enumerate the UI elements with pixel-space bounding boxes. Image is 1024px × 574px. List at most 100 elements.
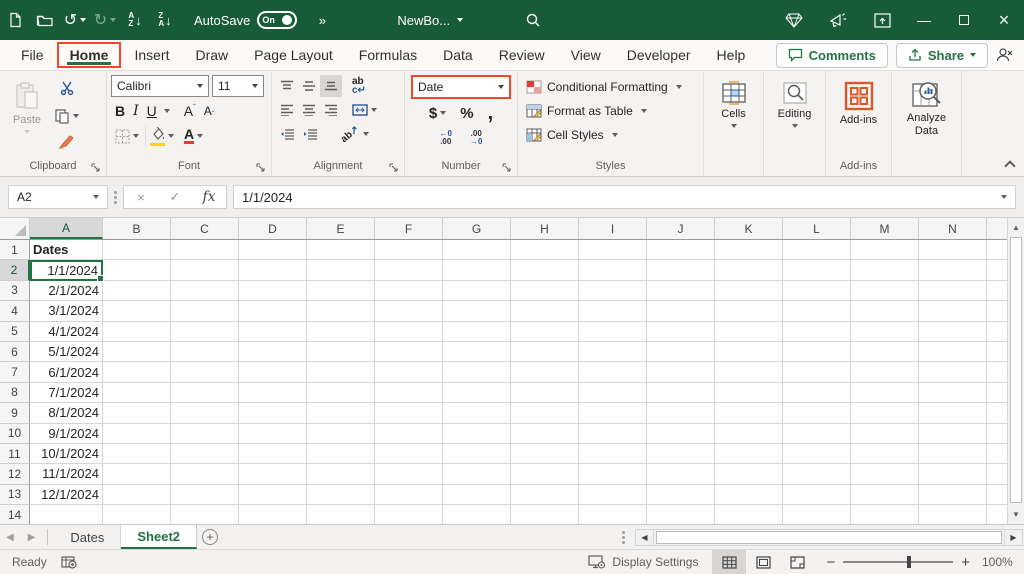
cell-N7[interactable]	[919, 362, 987, 382]
cell-J5[interactable]	[647, 322, 715, 342]
cell-M12[interactable]	[851, 464, 919, 484]
cell-F10[interactable]	[375, 424, 443, 444]
sheet-tab-sheet2[interactable]: Sheet2	[121, 525, 197, 549]
wrap-text-button[interactable]: abc↵	[348, 75, 370, 97]
cell-K8[interactable]	[715, 383, 783, 403]
row-header-5[interactable]: 5	[0, 322, 30, 342]
cell-F1[interactable]	[375, 240, 443, 260]
cell-N4[interactable]	[919, 301, 987, 321]
row-header-8[interactable]: 8	[0, 383, 30, 403]
cell-B2[interactable]	[103, 260, 171, 280]
cell-M14[interactable]	[851, 505, 919, 524]
cell-H3[interactable]	[511, 281, 579, 301]
cell-B12[interactable]	[103, 464, 171, 484]
scroll-down-arrow[interactable]: ▼	[1008, 505, 1024, 524]
tab-developer[interactable]: Developer	[614, 42, 704, 68]
cell-I13[interactable]	[579, 485, 647, 505]
cell-H5[interactable]	[511, 322, 579, 342]
increase-indent-button[interactable]	[299, 123, 322, 145]
cell-B9[interactable]	[103, 403, 171, 423]
cell-K14[interactable]	[715, 505, 783, 524]
maximize-button[interactable]	[944, 0, 984, 40]
cell-E2[interactable]	[307, 260, 375, 280]
number-dialog-launcher[interactable]	[502, 163, 511, 172]
cell-H6[interactable]	[511, 342, 579, 362]
tab-home[interactable]: Home	[57, 42, 122, 68]
cell-C6[interactable]	[171, 342, 239, 362]
cells-button[interactable]: Cells	[708, 75, 759, 176]
horizontal-scrollbar[interactable]	[654, 529, 1004, 546]
cell-K5[interactable]	[715, 322, 783, 342]
cell-J9[interactable]	[647, 403, 715, 423]
vertical-scroll-thumb[interactable]	[1010, 237, 1022, 503]
cell-F12[interactable]	[375, 464, 443, 484]
column-header-B[interactable]: B	[103, 218, 171, 239]
cell-J1[interactable]	[647, 240, 715, 260]
cell-H10[interactable]	[511, 424, 579, 444]
tab-draw[interactable]: Draw	[182, 42, 241, 68]
cell-M9[interactable]	[851, 403, 919, 423]
cell-G9[interactable]	[443, 403, 511, 423]
cell-A8[interactable]: 7/1/2024	[30, 383, 103, 403]
cell-C4[interactable]	[171, 301, 239, 321]
cell-J8[interactable]	[647, 383, 715, 403]
select-all-corner[interactable]	[0, 218, 30, 239]
cell-partial-12[interactable]	[987, 464, 1007, 484]
cell-K6[interactable]	[715, 342, 783, 362]
cell-G13[interactable]	[443, 485, 511, 505]
cell-partial-11[interactable]	[987, 444, 1007, 464]
cell-E6[interactable]	[307, 342, 375, 362]
undo-button[interactable]: ↺	[60, 6, 90, 34]
open-folder-icon[interactable]	[30, 6, 60, 34]
cell-D10[interactable]	[239, 424, 307, 444]
cell-I8[interactable]	[579, 383, 647, 403]
cell-F13[interactable]	[375, 485, 443, 505]
cell-F6[interactable]	[375, 342, 443, 362]
cell-M6[interactable]	[851, 342, 919, 362]
page-layout-view-button[interactable]	[746, 550, 780, 574]
cell-C11[interactable]	[171, 444, 239, 464]
cell-G4[interactable]	[443, 301, 511, 321]
cell-M8[interactable]	[851, 383, 919, 403]
cell-partial-3[interactable]	[987, 281, 1007, 301]
cell-C13[interactable]	[171, 485, 239, 505]
redo-button[interactable]: ↻	[90, 6, 120, 34]
cell-I10[interactable]	[579, 424, 647, 444]
cell-N10[interactable]	[919, 424, 987, 444]
column-header-G[interactable]: G	[443, 218, 511, 239]
cell-F7[interactable]	[375, 362, 443, 382]
cell-B6[interactable]	[103, 342, 171, 362]
cell-D12[interactable]	[239, 464, 307, 484]
align-top-button[interactable]	[276, 75, 298, 97]
cell-A10[interactable]: 9/1/2024	[30, 424, 103, 444]
row-header-14[interactable]: 14	[0, 505, 30, 524]
cell-partial-7[interactable]	[987, 362, 1007, 382]
cell-E11[interactable]	[307, 444, 375, 464]
cell-H14[interactable]	[511, 505, 579, 524]
cell-G10[interactable]	[443, 424, 511, 444]
column-header-I[interactable]: I	[579, 218, 647, 239]
cell-F8[interactable]	[375, 383, 443, 403]
cell-partial-9[interactable]	[987, 403, 1007, 423]
number-format-select[interactable]: Date	[411, 75, 511, 99]
cell-H4[interactable]	[511, 301, 579, 321]
cell-K3[interactable]	[715, 281, 783, 301]
zoom-slider-handle[interactable]	[907, 556, 911, 568]
column-header-H[interactable]: H	[511, 218, 579, 239]
name-box[interactable]: A2	[8, 185, 108, 209]
display-settings-button[interactable]: Display Settings	[574, 555, 712, 569]
cell-partial-1[interactable]	[987, 240, 1007, 260]
row-header-12[interactable]: 12	[0, 464, 30, 484]
font-name-select[interactable]: Calibri	[111, 75, 209, 97]
cell-F5[interactable]	[375, 322, 443, 342]
cell-M1[interactable]	[851, 240, 919, 260]
cell-A9[interactable]: 8/1/2024	[30, 403, 103, 423]
cell-partial-10[interactable]	[987, 424, 1007, 444]
column-header-N[interactable]: N	[919, 218, 987, 239]
cell-partial-2[interactable]	[987, 260, 1007, 280]
cell-partial-6[interactable]	[987, 342, 1007, 362]
cell-A6[interactable]: 5/1/2024	[30, 342, 103, 362]
alignment-dialog-launcher[interactable]	[389, 163, 398, 172]
tab-help[interactable]: Help	[704, 42, 759, 68]
cell-J14[interactable]	[647, 505, 715, 524]
